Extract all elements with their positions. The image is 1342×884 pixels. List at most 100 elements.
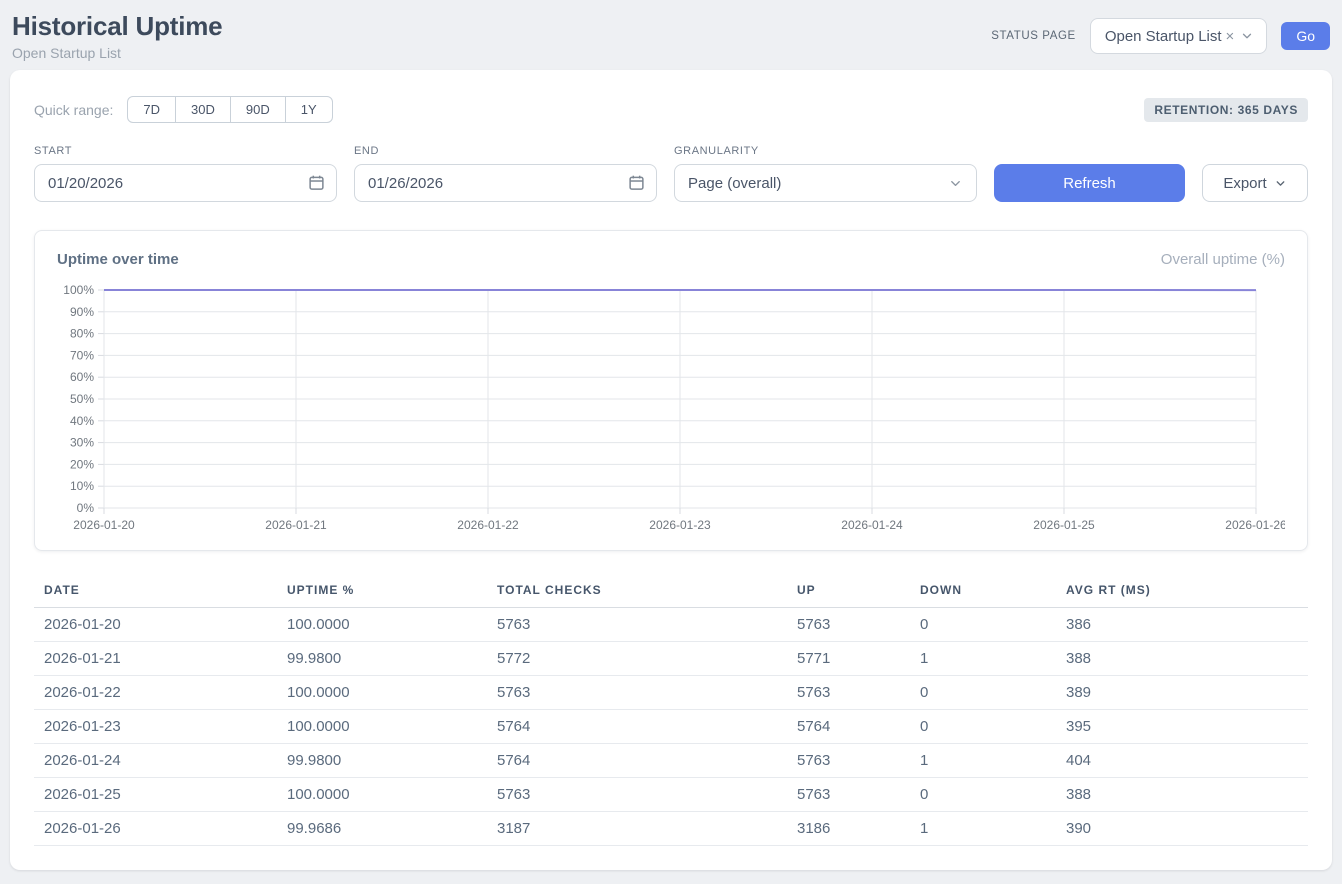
table-cell: 5763 — [787, 608, 910, 642]
column-header: DOWN — [910, 575, 1056, 608]
table-cell: 5763 — [487, 608, 787, 642]
svg-text:90%: 90% — [70, 305, 94, 319]
quick-range-90d[interactable]: 90D — [230, 96, 286, 123]
svg-text:30%: 30% — [70, 436, 94, 450]
page-header: Historical Uptime Open Startup List STAT… — [0, 0, 1342, 70]
granularity-label: GRANULARITY — [674, 145, 977, 157]
table-row: 2026-01-2699.9686318731861390 — [34, 812, 1308, 846]
table-cell: 388 — [1056, 778, 1308, 812]
svg-text:2026-01-24: 2026-01-24 — [841, 518, 903, 532]
quick-range-30d[interactable]: 30D — [175, 96, 231, 123]
column-header: AVG RT (MS) — [1056, 575, 1308, 608]
table-cell: 388 — [1056, 642, 1308, 676]
quick-range-1y[interactable]: 1Y — [285, 96, 333, 123]
status-page-label: STATUS PAGE — [991, 30, 1076, 42]
retention-badge: RETENTION: 365 DAYS — [1144, 98, 1308, 122]
table-cell: 3187 — [487, 812, 787, 846]
table-cell: 100.0000 — [277, 710, 487, 744]
table-cell: 2026-01-23 — [34, 710, 277, 744]
granularity-field: GRANULARITY Page (overall) — [674, 145, 977, 202]
table-cell: 1 — [910, 642, 1056, 676]
start-date-field: START — [34, 145, 337, 202]
table-cell: 395 — [1056, 710, 1308, 744]
table-row: 2026-01-25100.0000576357630388 — [34, 778, 1308, 812]
clear-icon[interactable]: × — [1226, 28, 1235, 45]
column-header: DATE — [34, 575, 277, 608]
table-cell: 100.0000 — [277, 608, 487, 642]
quick-range-label: Quick range: — [34, 102, 113, 118]
status-page-select-value: Open Startup List — [1105, 28, 1222, 45]
table-cell: 389 — [1056, 676, 1308, 710]
svg-text:80%: 80% — [70, 327, 94, 341]
column-header: UPTIME % — [277, 575, 487, 608]
table-cell: 5764 — [487, 744, 787, 778]
table-cell: 0 — [910, 676, 1056, 710]
table-row: 2026-01-20100.0000576357630386 — [34, 608, 1308, 642]
table-cell: 5763 — [787, 744, 910, 778]
svg-text:0%: 0% — [77, 501, 95, 515]
table-cell: 0 — [910, 710, 1056, 744]
svg-text:50%: 50% — [70, 392, 94, 406]
calendar-icon[interactable] — [308, 174, 325, 196]
chevron-down-icon — [1240, 29, 1254, 43]
table-cell: 100.0000 — [277, 778, 487, 812]
export-button[interactable]: Export — [1202, 164, 1308, 202]
svg-text:2026-01-23: 2026-01-23 — [649, 518, 711, 532]
go-button[interactable]: Go — [1281, 22, 1330, 50]
svg-text:2026-01-25: 2026-01-25 — [1033, 518, 1095, 532]
table-cell: 5763 — [787, 778, 910, 812]
header-controls: STATUS PAGE Open Startup List × Go — [991, 18, 1330, 54]
table-cell: 3186 — [787, 812, 910, 846]
table-cell: 5763 — [487, 676, 787, 710]
table-cell: 1 — [910, 744, 1056, 778]
page-title: Historical Uptime — [12, 11, 222, 42]
table-cell: 2026-01-20 — [34, 608, 277, 642]
end-date-label: END — [354, 145, 657, 157]
svg-text:2026-01-20: 2026-01-20 — [73, 518, 135, 532]
uptime-table-head-row: DATEUPTIME %TOTAL CHECKSUPDOWNAVG RT (MS… — [34, 575, 1308, 608]
uptime-table-body: 2026-01-20100.00005763576303862026-01-21… — [34, 608, 1308, 846]
start-date-label: START — [34, 145, 337, 157]
chevron-down-icon — [948, 176, 963, 191]
table-cell: 386 — [1056, 608, 1308, 642]
table-cell: 390 — [1056, 812, 1308, 846]
end-date-field: END — [354, 145, 657, 202]
chart-title: Uptime over time — [57, 251, 179, 268]
table-cell: 2026-01-25 — [34, 778, 277, 812]
svg-text:20%: 20% — [70, 457, 94, 471]
chevron-down-icon — [1274, 177, 1287, 190]
table-cell: 2026-01-26 — [34, 812, 277, 846]
svg-text:2026-01-21: 2026-01-21 — [265, 518, 327, 532]
chart-legend: Overall uptime (%) — [1161, 251, 1285, 268]
svg-text:40%: 40% — [70, 414, 94, 428]
granularity-select[interactable]: Page (overall) — [674, 164, 977, 202]
table-cell: 5763 — [487, 778, 787, 812]
table-cell: 5764 — [487, 710, 787, 744]
header-title-block: Historical Uptime Open Startup List — [12, 11, 222, 61]
quick-range-group: 7D30D90D1Y — [127, 96, 332, 123]
refresh-button[interactable]: Refresh — [994, 164, 1185, 202]
table-cell: 5771 — [787, 642, 910, 676]
uptime-chart: 0%10%20%30%40%50%60%70%80%90%100%2026-01… — [57, 280, 1285, 538]
column-header: TOTAL CHECKS — [487, 575, 787, 608]
table-cell: 99.9686 — [277, 812, 487, 846]
page-subtitle: Open Startup List — [12, 45, 222, 61]
table-cell: 404 — [1056, 744, 1308, 778]
end-date-input[interactable] — [354, 164, 657, 202]
column-header: UP — [787, 575, 910, 608]
quick-range-row: Quick range: 7D30D90D1Y RETENTION: 365 D… — [34, 96, 1308, 123]
uptime-table: DATEUPTIME %TOTAL CHECKSUPDOWNAVG RT (MS… — [34, 575, 1308, 846]
table-row: 2026-01-23100.0000576457640395 — [34, 710, 1308, 744]
status-page-select[interactable]: Open Startup List × — [1090, 18, 1268, 54]
table-cell: 0 — [910, 778, 1056, 812]
svg-text:100%: 100% — [63, 283, 94, 297]
table-cell: 2026-01-24 — [34, 744, 277, 778]
table-cell: 5772 — [487, 642, 787, 676]
filters-row: START END GRANULARITY Page (overall) — [34, 145, 1308, 202]
quick-range-7d[interactable]: 7D — [127, 96, 176, 123]
start-date-input[interactable] — [34, 164, 337, 202]
table-cell: 5764 — [787, 710, 910, 744]
calendar-icon[interactable] — [628, 174, 645, 196]
table-cell: 1 — [910, 812, 1056, 846]
svg-text:2026-01-26: 2026-01-26 — [1225, 518, 1285, 532]
